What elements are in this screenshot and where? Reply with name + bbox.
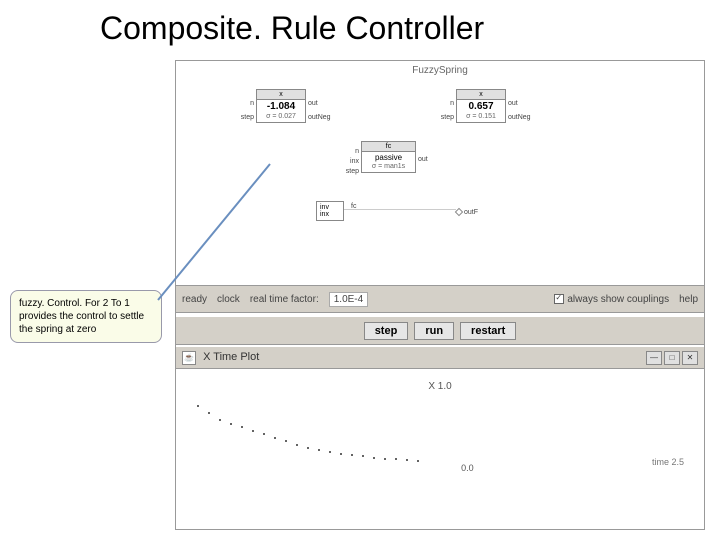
data-point [296,444,298,446]
port-n: n [450,100,454,107]
step-button[interactable]: step [364,322,409,340]
block-fc-header: fc [362,142,415,152]
data-point [307,447,309,449]
page-title: Composite. Rule Controller [0,0,720,55]
block-x1-stat: σ = 0.027 [257,113,305,122]
block-x1[interactable]: x -1.084 σ = 0.027 n step out outNeg [256,89,306,123]
java-icon: ☕ [182,351,196,365]
run-button[interactable]: run [414,322,454,340]
data-point [230,423,232,425]
port-inx: inx [350,158,359,165]
port-step: step [441,114,454,121]
port-out: out [418,156,428,163]
diagram-label: FuzzySpring [412,65,468,76]
data-point [329,451,331,453]
port-outneg: outNeg [308,114,331,121]
button-row: step run restart [176,317,704,345]
port-step: step [241,114,254,121]
data-point [285,440,287,442]
couple-inx: inx [320,211,340,218]
plot-title: X Time Plot [203,351,259,363]
port-step: step [346,168,359,175]
block-x2-header: x [457,90,505,100]
data-point [351,454,353,456]
data-point [384,458,386,460]
plot-title-wrap: ☕ X Time Plot [182,351,259,365]
window-buttons: — □ ✕ [646,351,698,365]
block-x2-value: 0.657 [457,100,505,113]
data-point [241,426,243,428]
data-point [362,455,364,457]
port-outneg: outNeg [508,114,531,121]
plot-area: X 1.0 0.0 time 2.5 [176,371,704,529]
plot-time-label: time 2.5 [652,457,684,467]
plot-zero-label: 0.0 [461,463,474,473]
help-link[interactable]: help [679,294,698,305]
block-x1-header: x [257,90,305,100]
port-n: n [355,148,359,155]
data-point [208,412,210,414]
block-fc[interactable]: fc passive σ = man1s n inx step out [361,141,416,173]
always-label: always show couplings [567,294,669,305]
block-x2-stat: σ = 0.151 [457,113,505,122]
plot-ylabel: X 1.0 [428,381,451,392]
data-point [197,405,199,407]
block-fc-value: passive [362,152,415,163]
block-couple[interactable]: inv inx [316,201,344,221]
block-x2[interactable]: x 0.657 σ = 0.151 n step out outNeg [456,89,506,123]
port-out: out [508,100,518,107]
block4-outf: outF [464,209,478,216]
data-point [395,458,397,460]
restart-button[interactable]: restart [460,322,516,340]
couple-inv: inv [320,204,340,211]
data-point [219,419,221,421]
callout-pointer [150,160,280,310]
callout-note: fuzzy. Control. For 2 To 1 provides the … [10,290,162,343]
plot-titlebar: ☕ X Time Plot — □ ✕ [176,347,704,369]
data-point [373,457,375,459]
close-button[interactable]: ✕ [682,351,698,365]
port-out: out [308,100,318,107]
data-point [274,437,276,439]
data-point [340,453,342,455]
checkbox-icon[interactable] [554,294,564,304]
rtf-value[interactable]: 1.0E-4 [329,292,368,307]
block-x1-value: -1.084 [257,100,305,113]
maximize-button[interactable]: □ [664,351,680,365]
port-n: n [250,100,254,107]
data-point [263,433,265,435]
always-couplings[interactable]: always show couplings [554,294,669,305]
diamond-icon [455,208,463,216]
data-point [252,430,254,432]
connector-line [344,209,456,210]
minimize-button[interactable]: — [646,351,662,365]
data-point [318,449,320,451]
block-fc-stat: σ = man1s [362,163,415,172]
data-point [406,459,408,461]
data-point [417,460,419,462]
